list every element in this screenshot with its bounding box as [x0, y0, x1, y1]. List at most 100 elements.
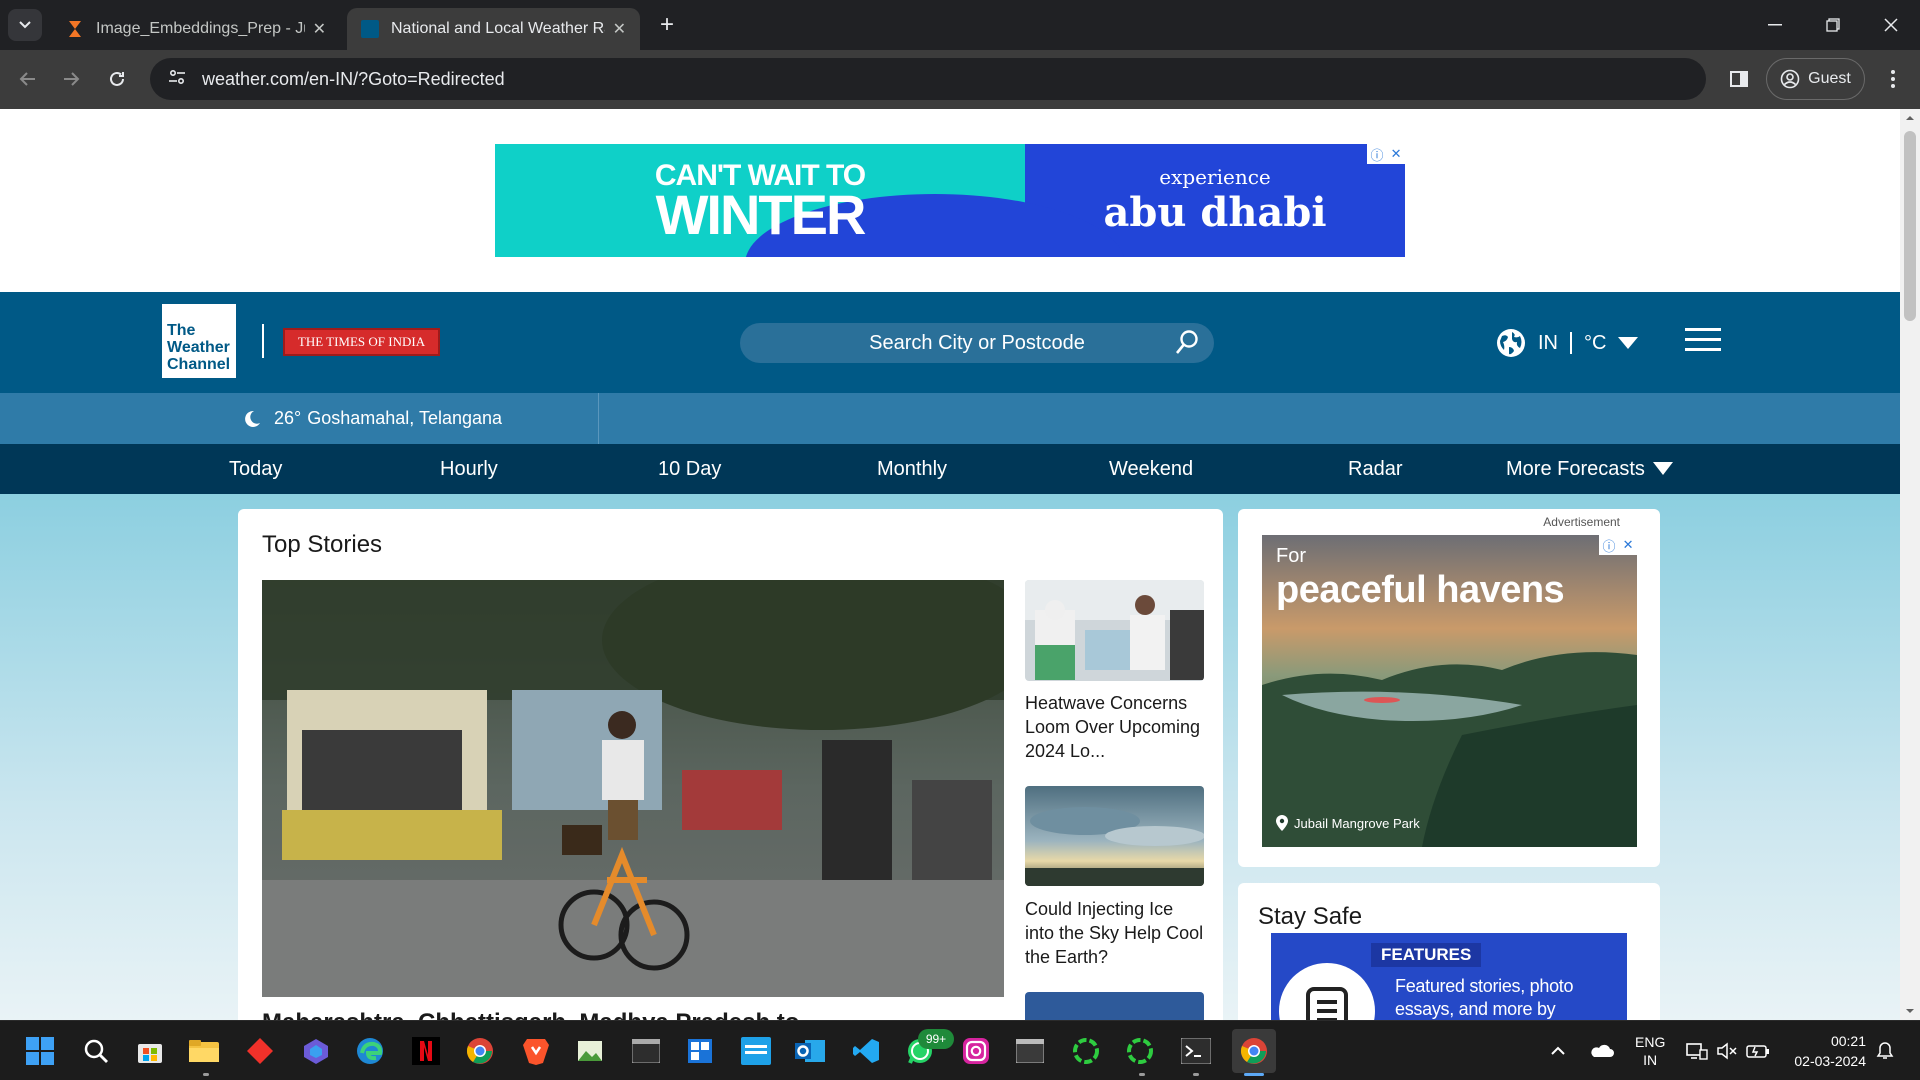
close-icon[interactable]: ✕ [1391, 146, 1402, 162]
close-icon[interactable]: ✕ [313, 19, 326, 39]
language-indicator[interactable]: ENG IN [1635, 1021, 1665, 1080]
top-stories-card: Top Stories Heatwave Concerns Loom Over … [238, 509, 1223, 1020]
times-of-india-logo[interactable]: THE TIMES OF INDIA [283, 328, 440, 356]
hero-story-image[interactable] [262, 580, 1004, 997]
address-bar[interactable]: weather.com/en-IN/?Goto=Redirected [150, 58, 1706, 100]
scroll-up-icon[interactable] [1900, 111, 1920, 125]
browser-tab-strip: Image_Embeddings_Prep - Jupyter ✕ Nation… [0, 0, 1920, 50]
battery-icon[interactable] [1746, 1021, 1770, 1080]
story-thumbnail[interactable] [1025, 786, 1204, 886]
app-ring-icon[interactable] [1068, 1033, 1104, 1069]
ad-choices[interactable]: ⓘ ✕ [1367, 144, 1405, 164]
windows-start-icon[interactable] [22, 1033, 58, 1069]
chevron-up-icon [1551, 1046, 1565, 1055]
ad-location: Jubail Mangrove Park [1276, 815, 1420, 831]
copilot-icon[interactable] [298, 1033, 334, 1069]
nav-today[interactable]: Today [229, 444, 282, 494]
outlook-icon[interactable] [792, 1033, 828, 1069]
tab-weather[interactable]: National and Local Weather Radar ✕ [347, 8, 640, 50]
ad-headline-2: WINTER [655, 182, 867, 246]
new-tab-button[interactable]: + [652, 10, 682, 40]
terminal-icon[interactable] [628, 1033, 664, 1069]
info-icon[interactable]: ⓘ [1371, 145, 1384, 164]
image-app-icon[interactable] [572, 1033, 608, 1069]
nav-weekend[interactable]: Weekend [1109, 444, 1193, 494]
page-scrollbar[interactable] [1900, 109, 1920, 1020]
powershell-icon[interactable] [1178, 1033, 1214, 1069]
region-code: IN [1538, 331, 1558, 354]
browser-toolbar: weather.com/en-IN/?Goto=Redirected Guest [0, 50, 1920, 109]
clock[interactable]: 00:21 02-03-2024 [1786, 1021, 1866, 1080]
caret-down-icon [1618, 337, 1639, 349]
onedrive-icon[interactable] [1590, 1021, 1614, 1080]
region-unit-selector[interactable]: IN °C [1496, 325, 1639, 361]
document-icon [1279, 963, 1375, 1020]
story-thumbnail[interactable] [1025, 992, 1204, 1020]
forward-icon[interactable] [55, 62, 89, 96]
logo-divider [262, 324, 264, 358]
brave-icon[interactable] [518, 1033, 554, 1069]
store-icon[interactable] [132, 1033, 168, 1069]
nav-hourly[interactable]: Hourly [440, 444, 498, 494]
app-red-icon[interactable] [242, 1033, 278, 1069]
current-location[interactable]: 26° Goshamahal, Telangana [242, 393, 502, 444]
window-close-icon[interactable] [1862, 0, 1920, 50]
hourglass-icon [66, 20, 84, 38]
back-icon[interactable] [10, 62, 44, 96]
search-icon[interactable] [1174, 329, 1200, 363]
minimize-icon[interactable] [1746, 0, 1804, 50]
close-icon[interactable]: ✕ [1623, 537, 1634, 553]
side-panel-icon[interactable] [1722, 62, 1756, 96]
tab-jupyter[interactable]: Image_Embeddings_Prep - Jupyter ✕ [52, 8, 340, 50]
chrome-icon[interactable] [462, 1033, 498, 1069]
tab-search-button[interactable] [8, 9, 42, 41]
nav-10-day[interactable]: 10 Day [658, 444, 721, 494]
network-icon[interactable] [1686, 1021, 1708, 1080]
top-banner-ad[interactable]: CAN'T WAIT TO WINTER experience abu dhab… [495, 144, 1405, 257]
hero-story-title[interactable]: Maharashtra, Chhattisgarh, Madhya Prades… [262, 1009, 799, 1020]
more-menu-icon[interactable] [1876, 62, 1910, 96]
ad-choices[interactable]: ⓘ ✕ [1599, 535, 1637, 555]
ad-line-2: peaceful havens [1276, 569, 1565, 611]
story-title[interactable]: Could Injecting Ice into the Sky Help Co… [1025, 897, 1205, 969]
app-ring-icon[interactable] [1122, 1033, 1158, 1069]
notification-badge: 99+ [918, 1029, 954, 1049]
advertisement-card: Advertisement For peaceful havens Jubail… [1238, 509, 1660, 867]
prime-video-icon[interactable] [738, 1033, 774, 1069]
features-banner[interactable]: FEATURES Featured stories, photo essays,… [1271, 933, 1627, 1020]
reload-icon[interactable] [100, 62, 134, 96]
nav-radar[interactable]: Radar [1348, 444, 1402, 494]
location-bar: 26° Goshamahal, Telangana [0, 393, 1900, 444]
weather-channel-logo[interactable]: The Weather Channel [162, 304, 236, 378]
notifications-bell-icon[interactable] [1876, 1021, 1894, 1080]
scrollbar-thumb[interactable] [1904, 131, 1916, 321]
profile-button[interactable]: Guest [1766, 58, 1865, 100]
search-input[interactable]: Search City or Postcode [740, 323, 1214, 363]
close-icon[interactable]: ✕ [613, 19, 626, 39]
story-title[interactable]: Heatwave Concerns Loom Over Upcoming 202… [1025, 691, 1205, 763]
ad-left-panel: CAN'T WAIT TO WINTER [495, 144, 1125, 257]
show-hidden-icons[interactable] [1550, 1021, 1566, 1080]
restore-icon[interactable] [1804, 0, 1862, 50]
instagram-icon[interactable] [958, 1033, 994, 1069]
hamburger-menu-icon[interactable] [1685, 328, 1721, 352]
stay-safe-card: Stay Safe FEATURES Featured stories, pho… [1238, 883, 1660, 1020]
search-placeholder: Search City or Postcode [869, 331, 1085, 354]
info-icon[interactable]: ⓘ [1603, 536, 1616, 555]
window-app-icon[interactable] [1012, 1033, 1048, 1069]
site-info-icon[interactable] [168, 69, 186, 90]
temperature-unit: °C [1584, 331, 1607, 354]
nav-more-forecasts[interactable]: More Forecasts [1506, 444, 1673, 494]
volume-muted-icon[interactable] [1716, 1021, 1738, 1080]
app-blue-icon[interactable] [682, 1033, 718, 1069]
story-thumbnail[interactable] [1025, 580, 1204, 681]
vscode-icon[interactable] [848, 1033, 884, 1069]
chrome-active-icon[interactable] [1232, 1029, 1276, 1073]
edge-icon[interactable] [352, 1033, 388, 1069]
netflix-icon[interactable] [408, 1033, 444, 1069]
nav-monthly[interactable]: Monthly [877, 444, 947, 494]
scroll-down-icon[interactable] [1900, 1004, 1920, 1018]
file-explorer-icon[interactable] [186, 1033, 222, 1069]
search-icon[interactable] [78, 1033, 114, 1069]
side-ad-image[interactable]: For peaceful havens Jubail Mangrove Park… [1262, 535, 1637, 847]
